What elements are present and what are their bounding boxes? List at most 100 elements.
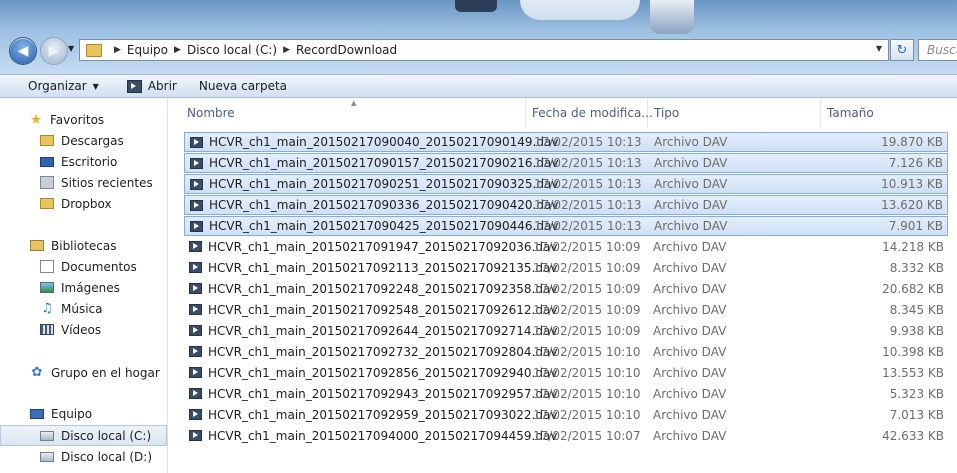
forward-button[interactable]: ▶ [41,38,67,64]
homegroup-icon: ✿ [31,365,43,380]
sidebar-item-disco-local-d[interactable]: Disco local (D:) [0,446,167,467]
file-row[interactable]: HCVR_ch1_main_20150217092943_20150217092… [184,384,948,404]
video-file-icon [190,179,203,190]
sidebar-item-escritorio[interactable]: Escritorio [0,151,167,172]
file-size: 9.938 KB [889,324,944,338]
recent-places-icon [40,176,54,189]
file-date: 17/02/2015 10:13 [534,177,642,191]
file-type: Archivo DAV [653,261,727,275]
address-bar[interactable]: ▶ Equipo ▶ Disco local (C:) ▶ RecordDown… [79,39,889,61]
hard-drive-icon [40,430,54,441]
file-type: Archivo DAV [654,135,728,149]
refresh-button[interactable]: ↻ [890,39,914,61]
file-size: 10.398 KB [882,345,944,359]
file-row[interactable]: HCVR_ch1_main_20150217094000_20150217094… [184,426,948,446]
organize-button[interactable]: Organizar ▼ [20,75,107,97]
refresh-icon: ↻ [896,42,908,58]
file-date: 17/02/2015 10:09 [533,303,641,317]
open-button[interactable]: Abrir [119,75,185,97]
video-file-icon [189,430,202,441]
file-date: 17/02/2015 10:09 [533,261,641,275]
column-header-date[interactable]: Fecha de modifica... [526,98,653,128]
documents-icon [40,260,54,273]
file-row[interactable]: HCVR_ch1_main_20150217092644_20150217092… [184,321,948,341]
computer-icon [30,408,44,419]
file-name: HCVR_ch1_main_20150217090425_20150217090… [209,219,559,233]
desktop-icon [40,156,54,167]
sidebar-item-sitios-recientes[interactable]: Sitios recientes [0,172,167,193]
file-row[interactable]: HCVR_ch1_main_20150217092959_20150217093… [184,405,948,425]
file-type: Archivo DAV [653,303,727,317]
sidebar-item-label: Dropbox [61,196,112,211]
file-date: 17/02/2015 10:09 [533,282,641,296]
breadcrumb-disco-local-c[interactable]: Disco local (C:) [187,43,277,57]
file-type: Archivo DAV [653,366,727,380]
file-name: HCVR_ch1_main_20150217092248_20150217092… [208,282,558,296]
video-file-icon [189,367,202,378]
chevron-right-icon[interactable]: ▶ [283,45,290,55]
file-row[interactable]: HCVR_ch1_main_20150217092856_20150217092… [184,363,948,383]
sidebar-computer[interactable]: Equipo [0,403,167,424]
column-header-type[interactable]: Tipo [648,98,821,128]
search-input[interactable]: Busca [918,39,957,61]
file-row[interactable]: HCVR_ch1_main_20150217092732_20150217092… [184,342,948,362]
sidebar-item-musica[interactable]: ♫ Música [0,298,167,319]
background-decoration [455,0,497,12]
sidebar-libraries[interactable]: Bibliotecas [0,235,167,256]
file-type: Archivo DAV [653,282,727,296]
file-date: 17/02/2015 10:13 [534,135,642,149]
file-row[interactable]: HCVR_ch1_main_20150217090157_20150217090… [184,153,948,173]
file-name: HCVR_ch1_main_20150217094000_20150217094… [208,429,558,443]
arrow-right-icon: ▶ [48,43,60,59]
file-row[interactable]: HCVR_ch1_main_20150217090040_20150217090… [184,132,948,152]
breadcrumb-recorddownload[interactable]: RecordDownload [296,43,397,57]
recent-pages-dropdown[interactable]: ▼ [68,44,74,53]
new-folder-button[interactable]: Nueva carpeta [191,75,295,97]
star-icon: ★ [29,111,43,128]
sidebar-item-label: Disco local (C:) [61,428,152,443]
breadcrumb-equipo[interactable]: Equipo [127,43,168,57]
chevron-right-icon[interactable]: ▶ [114,45,121,55]
background-decoration [650,0,694,34]
file-name: HCVR_ch1_main_20150217092943_20150217092… [208,387,558,401]
sidebar-item-label: Música [61,301,103,316]
video-file-icon [189,325,202,336]
sidebar-item-dropbox[interactable]: Dropbox [0,193,167,214]
video-file-icon [189,262,202,273]
file-row[interactable]: HCVR_ch1_main_20150217092548_20150217092… [184,300,948,320]
sidebar-item-documentos[interactable]: Documentos [0,256,167,277]
chevron-right-icon[interactable]: ▶ [174,45,181,55]
open-label: Abrir [147,79,177,93]
file-row[interactable]: HCVR_ch1_main_20150217092113_20150217092… [184,258,948,278]
chevron-down-icon[interactable]: ▼ [876,44,882,53]
file-row[interactable]: HCVR_ch1_main_20150217090336_20150217090… [184,195,948,215]
file-date: 17/02/2015 10:10 [533,366,641,380]
video-file-icon [190,221,203,232]
file-date: 17/02/2015 10:13 [534,156,642,170]
file-type: Archivo DAV [654,198,728,212]
file-size: 7.013 KB [889,408,944,422]
file-date: 17/02/2015 10:10 [533,387,641,401]
organize-label: Organizar [28,79,87,93]
pictures-icon [40,282,54,293]
sidebar-homegroup[interactable]: ✿ Grupo en el hogar [0,362,167,383]
sidebar-item-label: Equipo [51,406,93,421]
sidebar-item-imagenes[interactable]: Imágenes [0,277,167,298]
video-file-icon [189,346,202,357]
file-row[interactable]: HCVR_ch1_main_20150217090251_20150217090… [184,174,948,194]
sidebar-item-label: Descargas [61,133,124,148]
sidebar-item-descargas[interactable]: Descargas [0,130,167,151]
file-name: HCVR_ch1_main_20150217090157_20150217090… [209,156,559,170]
back-button[interactable]: ◀ [10,38,36,64]
file-name: HCVR_ch1_main_20150217092548_20150217092… [208,303,558,317]
video-file-icon [189,409,202,420]
sidebar-item-disco-local-c[interactable]: Disco local (C:) [0,425,167,446]
column-header-size[interactable]: Tamaño [821,98,951,128]
sidebar-item-videos[interactable]: Vídeos [0,319,167,340]
sidebar-favorites[interactable]: ★ Favoritos [0,109,167,130]
file-row[interactable]: HCVR_ch1_main_20150217091947_20150217092… [184,237,948,257]
file-row[interactable]: HCVR_ch1_main_20150217090425_20150217090… [184,216,948,236]
column-header-name[interactable]: Nombre [181,98,526,128]
file-row[interactable]: HCVR_ch1_main_20150217092248_20150217092… [184,279,948,299]
sidebar-item-label: Bibliotecas [51,238,117,253]
